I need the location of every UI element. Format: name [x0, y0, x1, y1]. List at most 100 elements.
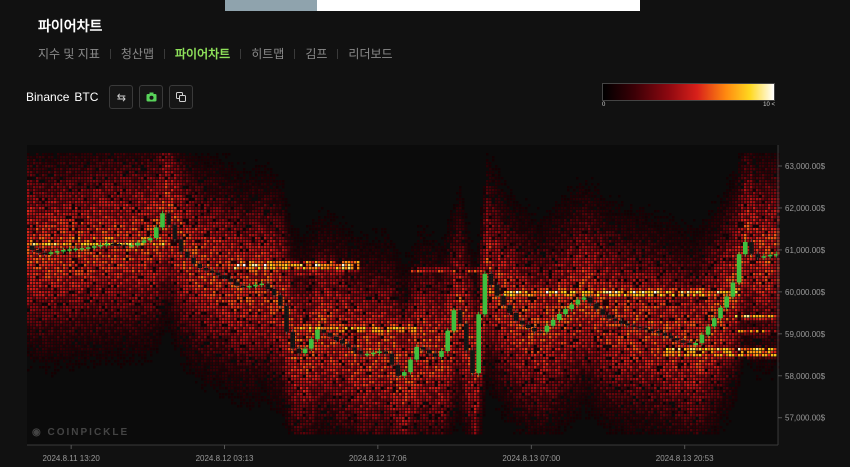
heatmap-cell — [195, 264, 198, 267]
heatmap-cell — [138, 291, 141, 294]
heatmap-cell — [189, 222, 192, 225]
heatmap-cell — [141, 162, 144, 165]
heatmap-cell — [66, 168, 69, 171]
heatmap-cell — [27, 327, 30, 330]
fire-chart-heatmap[interactable]: 63,000.00$62,000.00$61,000.00$60,000.00$… — [0, 0, 850, 467]
heatmap-cell — [96, 264, 99, 267]
heatmap-cell — [237, 222, 240, 225]
heatmap-cell — [129, 267, 132, 270]
heatmap-cell — [48, 243, 51, 246]
heatmap-cell — [78, 156, 81, 159]
heatmap-cell — [90, 213, 93, 216]
heatmap-cell — [87, 177, 90, 180]
heatmap-cell — [123, 285, 126, 288]
heatmap-cell — [105, 288, 108, 291]
heatmap-cell — [150, 360, 153, 363]
heatmap-cell — [126, 213, 129, 216]
heatmap-cell — [126, 315, 129, 318]
heatmap-cell — [228, 387, 231, 390]
heatmap-cell — [159, 195, 162, 198]
heatmap-cell — [147, 183, 150, 186]
heatmap-cell — [36, 279, 39, 282]
heatmap-cell — [195, 327, 198, 330]
heatmap-cell — [87, 306, 90, 309]
heatmap-cell — [117, 279, 120, 282]
heatmap-cell — [171, 276, 174, 279]
heatmap-cell — [93, 174, 96, 177]
heatmap-cell — [102, 210, 105, 213]
heatmap-cell — [135, 270, 138, 273]
heatmap-cell — [48, 273, 51, 276]
heatmap-cell — [204, 306, 207, 309]
heatmap-cell — [33, 342, 36, 345]
heatmap-cell — [165, 180, 168, 183]
heatmap-cell — [234, 297, 237, 300]
heatmap-cell — [237, 291, 240, 294]
heatmap-cell — [156, 306, 159, 309]
heatmap-cell — [30, 183, 33, 186]
heatmap-cell — [54, 186, 57, 189]
heatmap-cell — [144, 285, 147, 288]
heatmap-cell — [150, 339, 153, 342]
heatmap-cell — [120, 366, 123, 369]
heatmap-cell — [72, 261, 75, 264]
heatmap-cell — [33, 159, 36, 162]
heatmap-cell — [162, 174, 165, 177]
heatmap-cell — [84, 273, 87, 276]
heatmap-cell — [75, 174, 78, 177]
heatmap-cell — [126, 222, 129, 225]
heatmap-cell — [168, 189, 171, 192]
heatmap-cell — [69, 288, 72, 291]
heatmap-cell — [33, 225, 36, 228]
heatmap-cell — [84, 219, 87, 222]
heatmap-cell — [219, 315, 222, 318]
heatmap-cell — [36, 288, 39, 291]
heatmap-cell — [141, 258, 144, 261]
heatmap-cell — [204, 156, 207, 159]
heatmap-cell — [42, 240, 45, 243]
heatmap-cell — [75, 306, 78, 309]
heatmap-cell — [207, 186, 210, 189]
heatmap-cell — [78, 261, 81, 264]
heatmap-cell — [174, 288, 177, 291]
heatmap-cell — [27, 153, 30, 156]
heatmap-cell — [51, 318, 54, 321]
heatmap-cell — [210, 189, 213, 192]
heatmap-cell — [159, 177, 162, 180]
heatmap-cell — [120, 171, 123, 174]
heatmap-cell — [168, 171, 171, 174]
heatmap-cell — [153, 165, 156, 168]
heatmap-cell — [162, 294, 165, 297]
heatmap-cell — [39, 360, 42, 363]
heatmap-cell — [132, 312, 135, 315]
heatmap-cell — [186, 216, 189, 219]
heatmap-cell — [48, 246, 51, 249]
heatmap-cell — [132, 159, 135, 162]
heatmap-cell — [234, 309, 237, 312]
heatmap-cell — [147, 213, 150, 216]
heatmap-cell — [213, 216, 216, 219]
heatmap-cell — [81, 315, 84, 318]
heatmap-cell — [228, 207, 231, 210]
heatmap-cell — [63, 264, 66, 267]
heatmap-cell — [153, 294, 156, 297]
heatmap-cell — [210, 369, 213, 372]
heatmap-cell — [69, 309, 72, 312]
heatmap-cell — [225, 381, 228, 384]
heatmap-cell — [63, 273, 66, 276]
heatmap-cell — [27, 159, 30, 162]
heatmap-cell — [63, 198, 66, 201]
heatmap-cell — [42, 339, 45, 342]
heatmap-cell — [48, 201, 51, 204]
heatmap-cell — [153, 222, 156, 225]
heatmap-cell — [231, 300, 234, 303]
heatmap-cell — [78, 288, 81, 291]
heatmap-cell — [189, 300, 192, 303]
heatmap-cell — [180, 288, 183, 291]
heatmap-cell — [111, 174, 114, 177]
heatmap-cell — [204, 243, 207, 246]
heatmap-cell — [39, 354, 42, 357]
heatmap-cell — [33, 288, 36, 291]
heatmap-cell — [66, 345, 69, 348]
heatmap-cell — [33, 306, 36, 309]
